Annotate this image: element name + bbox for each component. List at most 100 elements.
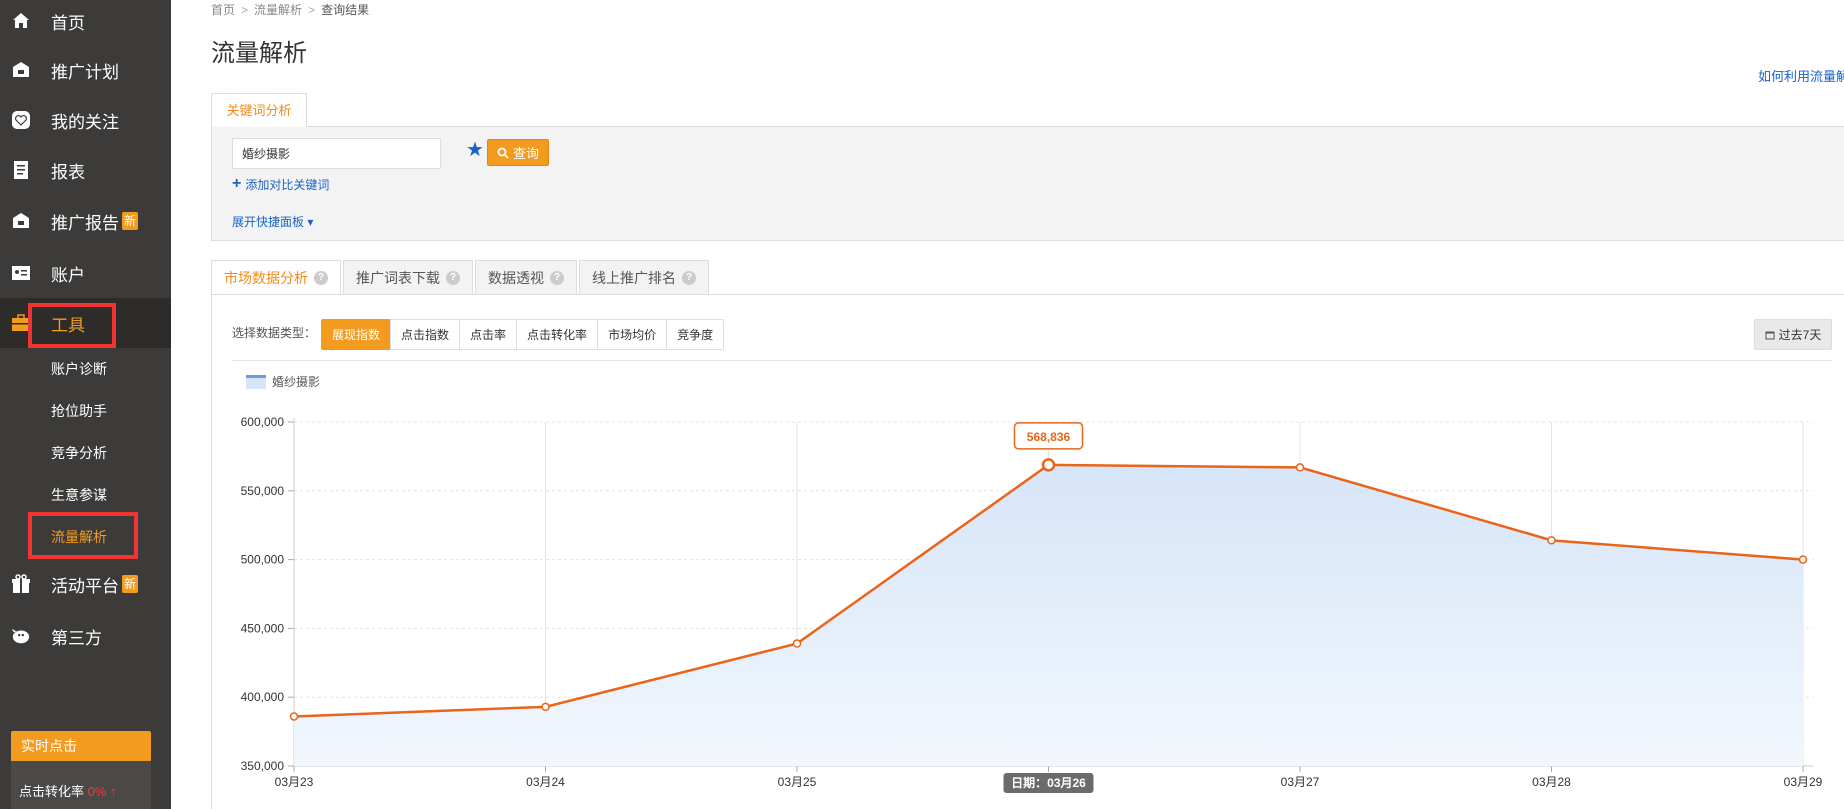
expand-panel-label: 展开快捷面板 xyxy=(232,215,305,229)
date-range-label: 过去7天 xyxy=(1778,328,1822,342)
data-point xyxy=(1798,555,1808,564)
sidebar-item-label: 我的关注 xyxy=(51,112,119,132)
sidebar-item-label: 推广报告 xyxy=(51,213,119,233)
tab-label: 数据透视 xyxy=(488,269,544,286)
add-compare-label: 添加对比关键词 xyxy=(245,177,330,192)
y-tick-label: 400,000 xyxy=(241,690,285,704)
realtime-value: 0% xyxy=(87,784,107,799)
page-title: 流量解析 xyxy=(211,40,307,67)
plus-icon: + xyxy=(232,175,242,192)
sub-item-rank-helper[interactable]: 抢位助手 xyxy=(51,401,107,421)
tab-data-pivot[interactable]: 数据透视 ? xyxy=(475,260,577,294)
query-button-label: 查询 xyxy=(512,146,539,161)
heart-icon xyxy=(11,110,31,130)
new-badge: 新 xyxy=(122,212,139,230)
tab-label: 线上推广排名 xyxy=(592,269,676,286)
y-tick-label: 550,000 xyxy=(241,484,285,498)
breadcrumb-traffic[interactable]: 流量解析 xyxy=(254,1,302,18)
data-type-selector: 展现指数 点击指数 点击率 点击转化率 市场均价 竞争度 xyxy=(321,319,725,350)
data-point xyxy=(1547,536,1556,545)
data-point xyxy=(1295,463,1305,472)
sidebar-item-report[interactable]: 报表 xyxy=(0,145,171,195)
breadcrumb: 首页 > 流量解析 > 查询结果 xyxy=(211,1,369,18)
home-icon xyxy=(11,11,31,31)
sidebar-item-follow[interactable]: 我的关注 xyxy=(0,95,171,145)
data-type-impression[interactable]: 展现指数 xyxy=(321,319,392,350)
expand-panel-link[interactable]: 展开快捷面板 ▾ xyxy=(232,213,313,230)
star-icon[interactable]: ★ xyxy=(466,140,486,160)
x-tick-label: 03月28 xyxy=(1532,775,1571,789)
add-compare-keyword-link[interactable]: + 添加对比关键词 xyxy=(232,175,329,193)
sidebar-item-home[interactable]: 首页 xyxy=(0,0,171,46)
tab-online-ranking[interactable]: 线上推广排名 ? xyxy=(579,260,709,294)
realtime-label: 点击转化率 xyxy=(19,784,85,799)
calendar-icon xyxy=(1765,331,1775,339)
data-type-avg-price[interactable]: 市场均价 xyxy=(597,319,668,350)
sub-item-account-diagnosis[interactable]: 账户诊断 xyxy=(51,359,107,379)
sidebar-item-third-party[interactable]: 第三方 xyxy=(0,611,171,661)
sidebar-item-label: 第三方 xyxy=(51,628,102,648)
arrow-up-icon: ↑ xyxy=(110,784,117,799)
tab-label: 推广词表下载 xyxy=(356,269,440,286)
toolbox-icon xyxy=(11,313,31,333)
divider xyxy=(232,360,1832,361)
report-icon xyxy=(11,160,31,180)
help-icon[interactable]: ? xyxy=(682,270,696,285)
data-type-ctr[interactable]: 点击率 xyxy=(459,319,518,350)
sub-item-business[interactable]: 生意参谋 xyxy=(51,485,107,505)
chart-legend[interactable]: 婚纱摄影 xyxy=(246,373,320,390)
keyword-search-input[interactable] xyxy=(232,138,441,169)
sidebar-item-plan[interactable]: 推广计划 xyxy=(0,45,171,95)
search-icon xyxy=(497,147,509,159)
x-tick-label: 03月27 xyxy=(1281,775,1320,789)
y-tick-label: 600,000 xyxy=(241,415,285,429)
bag-icon xyxy=(11,211,31,231)
data-type-conversion[interactable]: 点击转化率 xyxy=(516,319,599,350)
caret-down-icon: ▾ xyxy=(307,215,314,229)
sidebar-item-label: 工具 xyxy=(51,315,85,335)
data-type-click-index[interactable]: 点击指数 xyxy=(390,319,461,350)
data-point xyxy=(289,712,299,721)
help-icon[interactable]: ? xyxy=(550,270,564,285)
tab-keyword-download[interactable]: 推广词表下载 ? xyxy=(343,260,473,294)
y-tick-label: 350,000 xyxy=(241,759,285,773)
data-type-competition[interactable]: 竞争度 xyxy=(666,319,725,350)
realtime-body: 点击转化率 0% ↑ xyxy=(11,761,151,809)
legend-swatch xyxy=(246,374,266,389)
data-point xyxy=(541,702,550,712)
help-icon[interactable]: ? xyxy=(446,270,460,285)
sidebar-item-label: 活动平台 xyxy=(51,576,119,596)
sidebar-item-label: 推广计划 xyxy=(51,62,119,82)
query-button[interactable]: 查询 xyxy=(487,139,549,166)
data-type-label: 选择数据类型： xyxy=(232,326,317,340)
sidebar-item-account[interactable]: 账户 xyxy=(0,248,171,298)
y-tick-label: 450,000 xyxy=(241,621,285,635)
breadcrumb-home[interactable]: 首页 xyxy=(211,1,235,18)
tooltip-value: 568,836 xyxy=(1027,430,1071,444)
realtime-header: 实时点击 xyxy=(11,731,151,761)
traffic-area-chart: 350,000 400,000 450,000 500,000 550,000 600,0… xyxy=(241,415,1823,793)
x-tick-label: 03月24 xyxy=(526,775,565,789)
tab-keyword-analysis[interactable]: 关键词分析 xyxy=(211,93,307,127)
tab-market-data[interactable]: 市场数据分析 ? xyxy=(211,260,341,294)
x-tick-label: 03月29 xyxy=(1784,775,1823,789)
date-range-button[interactable]: 过去7天 xyxy=(1754,319,1832,350)
sub-item-competition[interactable]: 竞争分析 xyxy=(51,443,107,463)
sidebar-item-tools[interactable]: 工具 xyxy=(0,298,171,348)
sidebar-item-activity[interactable]: 活动平台 新 xyxy=(0,559,171,609)
sidebar-item-label: 账户 xyxy=(51,265,85,285)
plan-icon xyxy=(11,60,31,80)
sidebar-item-promo-report[interactable]: 推广报告 新 xyxy=(0,196,171,246)
sub-item-traffic-analysis[interactable]: 流量解析 xyxy=(51,527,107,547)
account-icon xyxy=(11,263,31,283)
help-icon[interactable]: ? xyxy=(314,270,328,285)
breadcrumb-current: 查询结果 xyxy=(321,3,370,17)
x-tick-label: 03月25 xyxy=(778,775,817,789)
new-badge: 新 xyxy=(122,575,139,593)
help-link[interactable]: 如何利用流量解析 xyxy=(1758,66,1844,85)
x-tick-label: 03月23 xyxy=(275,775,314,789)
sidebar-item-label: 报表 xyxy=(51,162,85,182)
data-point xyxy=(1041,458,1056,472)
sidebar: 首页 推广计划 我的关注 报表 推广报告 新 账户 工具 账户诊断 抢位助手 竞… xyxy=(0,0,171,809)
chevron-right-icon: > xyxy=(308,2,316,17)
